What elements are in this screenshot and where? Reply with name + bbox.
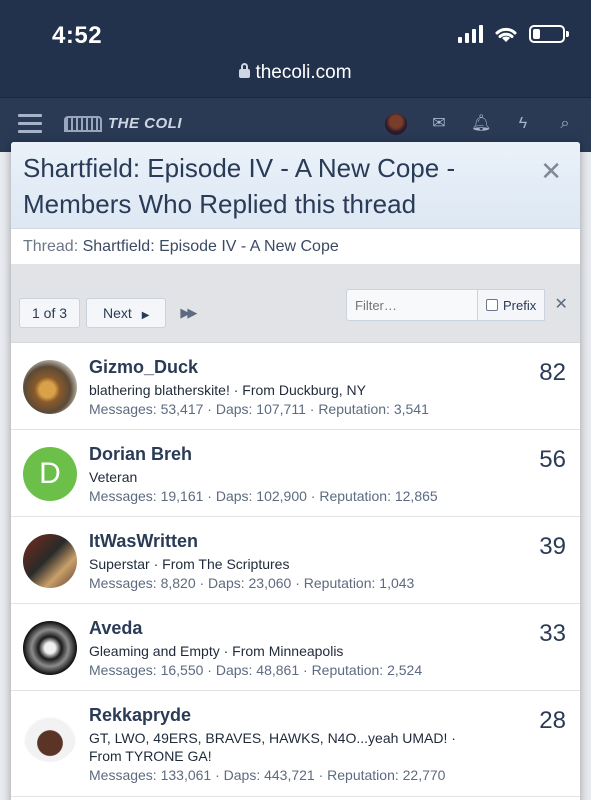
caret-right-icon: ▶ <box>141 310 150 321</box>
avatar[interactable] <box>23 621 77 675</box>
reply-count: 82 <box>539 359 566 386</box>
system-icons <box>458 24 569 44</box>
search-icon[interactable]: ⌕ <box>555 114 575 134</box>
reply-count: 56 <box>539 446 566 473</box>
member-title: blathering blatherskite! · From Duckburg… <box>89 382 366 398</box>
member-row[interactable]: Gizmo_Duck blathering blatherskite! · Fr… <box>11 343 580 430</box>
site-logo[interactable]: THE COLI <box>64 115 182 132</box>
modal-header: Shartfield: Episode IV - A New Cope - Me… <box>11 142 580 229</box>
member-title: Gleaming and Empty · From Minneapolis <box>89 643 344 659</box>
member-row[interactable]: ItWasWritten Superstar · From The Script… <box>11 517 580 604</box>
address-bar[interactable]: thecoli.com <box>0 62 591 84</box>
member-row[interactable]: Aveda Gleaming and Empty · From Minneapo… <box>11 604 580 691</box>
thread-label: Thread: <box>23 238 79 255</box>
avatar[interactable] <box>23 708 77 762</box>
bolt-icon[interactable]: ϟ <box>513 114 533 134</box>
filter-group: Prefix ✕ <box>346 289 577 321</box>
header-icons: ✉ 🔔︎ ϟ ⌕ <box>385 113 575 135</box>
member-stats: Messages: 53,417 · Daps: 107,711 · Reput… <box>89 401 429 417</box>
inbox-icon[interactable]: ✉ <box>429 114 449 134</box>
member-stats: Messages: 8,820 · Daps: 23,060 · Reputat… <box>89 575 415 591</box>
member-list: Gizmo_Duck blathering blatherskite! · Fr… <box>11 343 580 797</box>
member-title: Superstar · From The Scriptures <box>89 556 290 572</box>
cellular-signal-icon <box>458 25 483 43</box>
next-page-button[interactable]: Next ▶ <box>86 298 167 328</box>
logo-text: THE COLI <box>108 115 182 132</box>
ios-status-bar: 4:52 thecoli.com <box>0 0 591 97</box>
menu-icon[interactable] <box>18 114 42 138</box>
member-title: Veteran <box>89 469 138 485</box>
member-name[interactable]: Aveda <box>89 616 580 640</box>
prefix-checkbox[interactable] <box>486 299 498 311</box>
clear-filter-icon[interactable]: ✕ <box>545 289 577 321</box>
member-name[interactable]: Gizmo_Duck <box>89 355 580 379</box>
lock-icon <box>239 63 251 78</box>
reply-count: 33 <box>539 620 566 647</box>
user-avatar-icon[interactable] <box>385 113 407 135</box>
member-stats: Messages: 133,061 · Daps: 443,721 · Repu… <box>89 767 446 783</box>
modal-toolbar: 1 of 3 Next ▶ ▶▶ Prefix ✕ <box>11 265 580 343</box>
member-name[interactable]: Rekkapryde <box>89 703 580 727</box>
member-name[interactable]: ItWasWritten <box>89 529 580 553</box>
filter-input[interactable] <box>346 289 478 321</box>
next-label: Next <box>103 305 132 321</box>
member-stats: Messages: 19,161 · Daps: 102,900 · Reput… <box>89 488 438 504</box>
prefix-toggle[interactable]: Prefix <box>478 289 546 321</box>
colosseum-icon <box>64 115 102 132</box>
avatar[interactable] <box>23 534 77 588</box>
reply-count: 39 <box>539 533 566 560</box>
status-time: 4:52 <box>52 22 103 49</box>
reply-count: 28 <box>539 707 566 734</box>
member-stats: Messages: 16,550 · Daps: 48,861 · Reputa… <box>89 662 423 678</box>
prefix-label: Prefix <box>503 297 537 313</box>
bell-icon[interactable]: 🔔︎ <box>471 114 491 134</box>
battery-icon <box>529 25 569 43</box>
wifi-icon <box>495 27 517 42</box>
thread-line: Thread: Shartfield: Episode IV - A New C… <box>11 229 580 265</box>
member-title: GT, LWO, 49ERS, BRAVES, HAWKS, N4O...yea… <box>89 730 456 764</box>
page-selector-button[interactable]: 1 of 3 <box>19 298 81 328</box>
member-row[interactable]: D Dorian Breh Veteran Messages: 19,161 ·… <box>11 430 580 517</box>
thread-link[interactable]: Shartfield: Episode IV - A New Cope <box>83 238 339 255</box>
avatar[interactable]: D <box>23 447 77 501</box>
avatar[interactable] <box>23 360 77 414</box>
url-text: thecoli.com <box>255 62 352 83</box>
member-name[interactable]: Dorian Breh <box>89 442 580 466</box>
last-page-icon[interactable]: ▶▶ <box>172 298 202 328</box>
modal-title: Shartfield: Episode IV - A New Cope - Me… <box>23 153 456 219</box>
close-icon[interactable]: ✕ <box>540 156 562 187</box>
pagination: 1 of 3 Next ▶ ▶▶ <box>19 298 202 328</box>
member-row[interactable]: Rekkapryde GT, LWO, 49ERS, BRAVES, HAWKS… <box>11 691 580 797</box>
members-replied-modal: Shartfield: Episode IV - A New Cope - Me… <box>11 142 580 800</box>
